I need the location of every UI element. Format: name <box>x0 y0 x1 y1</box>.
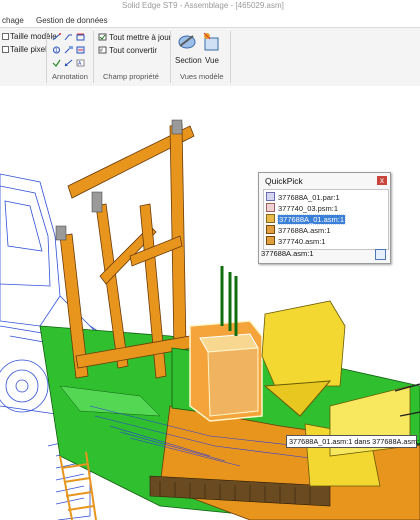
checkbox-icon[interactable] <box>2 33 9 40</box>
taille-modele-label: Taille modèle <box>10 32 57 41</box>
list-item[interactable]: 377688A_01.par:1 <box>266 192 384 202</box>
vue-label: Vue <box>205 56 219 65</box>
tout-convertir-button[interactable]: # Tout convertir <box>98 46 157 55</box>
list-item-label: 377688A_01.par:1 <box>278 193 340 202</box>
taille-pixel-option[interactable]: Taille pixel <box>2 45 47 54</box>
annotation-dimension-icon[interactable] <box>76 33 85 41</box>
ribbon-separator <box>46 31 47 83</box>
menu-item-gestion-donnees[interactable]: Gestion de données <box>36 16 108 25</box>
list-item-label: 377688A_01.asm:1 <box>276 214 347 225</box>
title-bar: Solid Edge ST9 - Assemblage - [465029.as… <box>0 0 420 14</box>
ribbon-separator <box>93 31 94 83</box>
annotation-callout-icon[interactable] <box>64 46 73 54</box>
yellow-hopper <box>261 300 346 387</box>
assembly-model-view[interactable] <box>0 86 420 520</box>
tout-mettre-a-jour-label: Tout mettre à jour <box>109 33 172 42</box>
svg-text:#: # <box>100 48 103 54</box>
list-item[interactable]: 377740_03.psm:1 <box>266 203 384 213</box>
update-icon <box>98 33 107 41</box>
ribbon: Taille modèle Taille pixel 1 A Annotatio… <box>0 27 420 87</box>
view-icon <box>203 32 219 51</box>
menu-bar: chage Gestion de données <box>0 14 420 27</box>
annotation-weld-icon[interactable] <box>52 59 61 67</box>
list-mode-icon[interactable] <box>375 249 386 260</box>
list-item[interactable]: 377688A.asm:1 <box>266 225 384 235</box>
annotation-line-icon[interactable] <box>52 33 61 41</box>
window-title: Solid Edge ST9 - Assemblage - [465029.as… <box>122 1 284 10</box>
assembly-icon <box>266 225 275 234</box>
list-item-label: 377740.asm:1 <box>278 237 326 246</box>
annotation-leader-icon[interactable] <box>64 33 73 41</box>
tout-mettre-a-jour-button[interactable]: Tout mettre à jour <box>98 33 171 42</box>
annotation-balloon-icon[interactable]: 1 <box>52 46 61 54</box>
menu-item-affichage[interactable]: chage <box>2 16 24 25</box>
sheetmetal-icon <box>266 203 275 212</box>
convert-icon: # <box>98 46 107 54</box>
list-item[interactable]: 377740.asm:1 <box>266 236 384 246</box>
section-icon <box>178 35 196 49</box>
quickpick-title: QuickPick <box>265 176 303 186</box>
annotation-text-icon[interactable]: A <box>76 59 85 67</box>
quickpick-status: 377688A.asm:1 <box>261 249 314 258</box>
taille-pixel-label: Taille pixel <box>10 45 47 54</box>
ribbon-separator <box>230 31 231 83</box>
list-item-label: 377688A.asm:1 <box>278 226 331 235</box>
section-button[interactable]: Section <box>175 32 202 68</box>
list-item-selected[interactable]: 377688A_01.asm:1 <box>266 214 384 225</box>
close-icon[interactable]: x <box>377 176 387 185</box>
taille-modele-option[interactable]: Taille modèle <box>2 32 57 41</box>
annotation-surface-icon[interactable] <box>76 46 85 54</box>
part-icon <box>266 192 275 201</box>
assembly-icon <box>266 236 275 245</box>
group-label-annotation: Annotation <box>52 72 88 81</box>
group-label-vues-modele: Vues modèle <box>180 72 224 81</box>
section-label: Section <box>175 56 202 65</box>
ribbon-separator <box>170 31 171 83</box>
graphics-window[interactable] <box>0 86 420 520</box>
vue-button[interactable]: Vue <box>203 32 223 68</box>
quickpick-list[interactable]: 377688A_01.par:1 377740_03.psm:1 377688A… <box>263 189 389 250</box>
svg-text:1: 1 <box>55 48 58 54</box>
tout-convertir-label: Tout convertir <box>109 46 158 55</box>
assembly-icon <box>266 214 275 223</box>
list-item-label: 377740_03.psm:1 <box>278 204 339 213</box>
quickpick-dialog[interactable]: QuickPick x 377688A_01.par:1 377740_03.p… <box>258 172 391 264</box>
group-label-champ-propriete: Champ propriété <box>103 72 159 81</box>
annotation-datum-icon[interactable] <box>64 59 73 67</box>
checkbox-icon[interactable] <box>2 46 9 53</box>
hover-tooltip: 377688A_01.asm:1 dans 377688A.asm:1 <box>286 435 420 448</box>
